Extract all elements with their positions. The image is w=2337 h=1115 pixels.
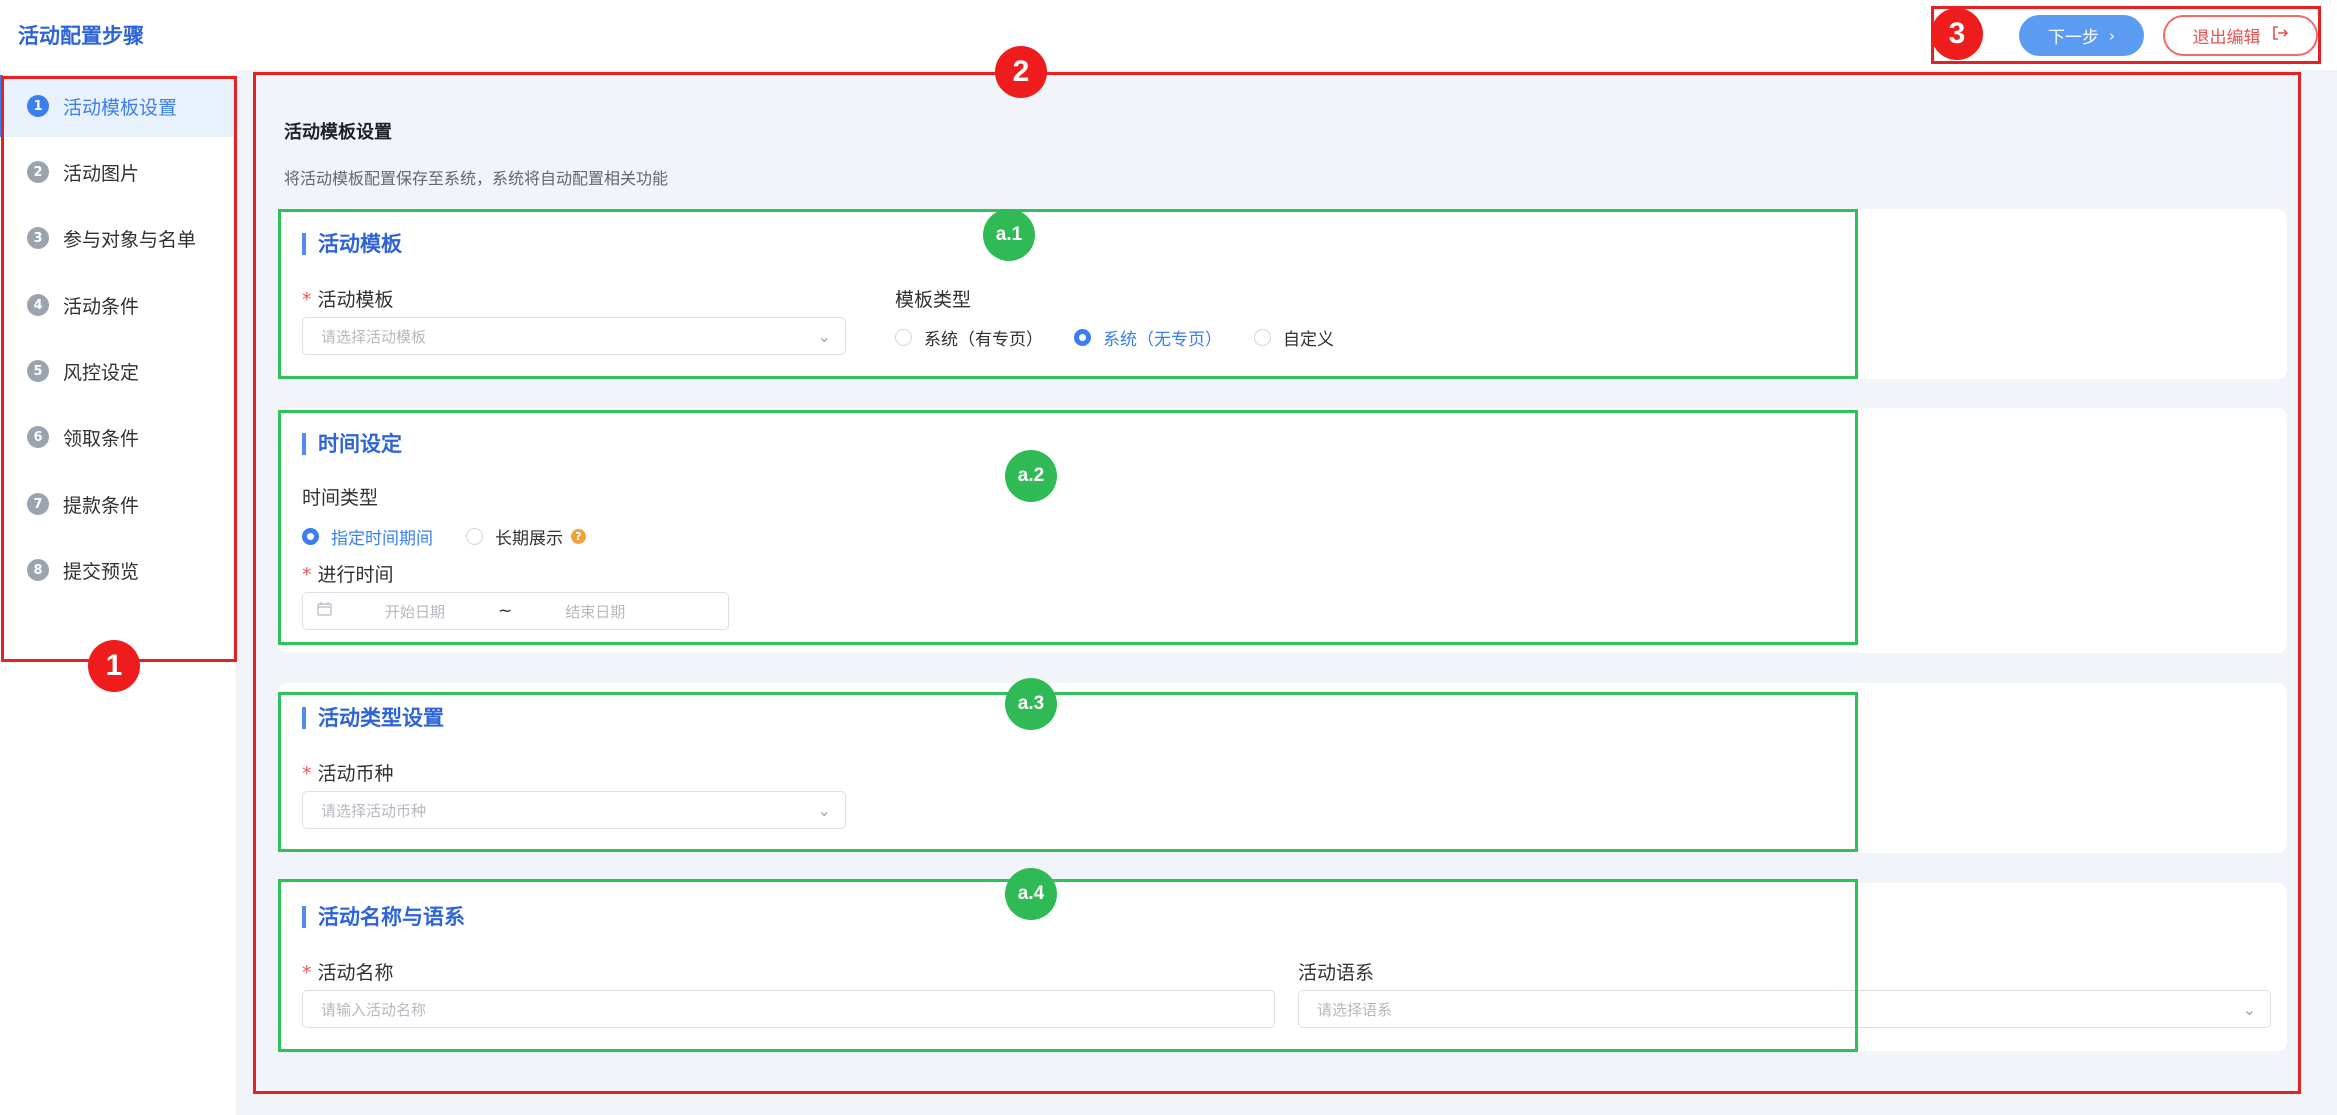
- step-number: 6: [27, 426, 49, 448]
- range-separator: ~: [498, 601, 513, 621]
- step-item-claim[interactable]: 6 领取条件: [0, 406, 235, 468]
- step-number: 8: [27, 559, 49, 581]
- annotation-badge-3: 3: [1931, 8, 1983, 60]
- start-date-input[interactable]: 开始日期: [360, 601, 470, 622]
- currency-label: * 活动币种: [302, 763, 394, 785]
- section-title: 活动类型设置: [302, 707, 444, 729]
- annotation-badge-2: 2: [995, 46, 1047, 98]
- template-select[interactable]: 请选择活动模板 ⌄: [302, 317, 846, 355]
- time-range-label: * 进行时间: [302, 564, 394, 586]
- date-range-picker[interactable]: 开始日期 ~ 结束日期: [302, 592, 729, 630]
- radio-fixed-period[interactable]: 指定时间期间: [302, 524, 433, 549]
- template-section: 活动模板 * 活动模板 请选择活动模板 ⌄ 模板类型 系统（有专页） 系统（无专页…: [278, 209, 2287, 379]
- chevron-down-icon: ⌄: [817, 801, 831, 820]
- step-item-conditions[interactable]: 4 活动条件: [0, 274, 235, 336]
- step-item-participants[interactable]: 3 参与对象与名单: [0, 207, 235, 269]
- radio-long-term[interactable]: 长期展示 ?: [466, 524, 586, 549]
- radio-icon: [1254, 329, 1271, 346]
- step-label: 活动图片: [63, 162, 140, 185]
- step-label: 提款条件: [63, 494, 140, 517]
- step-number: 1: [27, 95, 49, 117]
- step-label: 活动条件: [63, 295, 140, 318]
- form-subtitle: 将活动模板配置保存至系统，系统将自动配置相关功能: [284, 169, 669, 188]
- step-label: 领取条件: [63, 427, 140, 450]
- next-step-label: 下一步: [2048, 28, 2099, 48]
- end-date-input[interactable]: 结束日期: [540, 601, 650, 622]
- annotation-badge-a1: a.1: [983, 209, 1035, 261]
- radio-system-with-page[interactable]: 系统（有专页）: [895, 325, 1043, 350]
- step-item-template[interactable]: 1 活动模板设置: [0, 75, 235, 137]
- page-title: 活动配置步骤: [18, 24, 144, 48]
- section-title: 时间设定: [302, 433, 402, 455]
- step-item-withdraw[interactable]: 7 提款条件: [0, 473, 235, 535]
- step-number: 2: [27, 161, 49, 183]
- step-label: 提交预览: [63, 560, 140, 583]
- calendar-icon: [317, 602, 332, 620]
- exit-edit-label: 退出编辑: [2192, 28, 2261, 48]
- radio-selected-icon: [1074, 329, 1091, 346]
- step-number: 7: [27, 493, 49, 515]
- help-icon[interactable]: ?: [571, 529, 586, 544]
- language-select[interactable]: 请选择语系 ⌄: [1298, 990, 2271, 1028]
- step-number: 4: [27, 294, 49, 316]
- radio-icon: [895, 329, 912, 346]
- radio-icon: [466, 528, 483, 545]
- step-number: 3: [27, 227, 49, 249]
- time-type-label: 时间类型: [302, 487, 379, 509]
- activity-type-section: 活动类型设置 * 活动币种 请选择活动币种 ⌄: [278, 683, 2287, 853]
- exit-edit-button[interactable]: 退出编辑: [2163, 15, 2318, 56]
- chevron-right-icon: ›: [2109, 26, 2115, 45]
- chevron-down-icon: ⌄: [2242, 1000, 2256, 1019]
- step-item-risk[interactable]: 5 风控设定: [0, 340, 235, 402]
- radio-selected-icon: [302, 528, 319, 545]
- annotation-badge-a2: a.2: [1005, 450, 1057, 502]
- activity-name-label: * 活动名称: [302, 962, 394, 984]
- section-title: 活动名称与语系: [302, 906, 465, 928]
- steps-sidebar: 1 活动模板设置 2 活动图片 3 参与对象与名单 4 活动条件 5 风控设定 …: [0, 70, 237, 1115]
- annotation-badge-a3: a.3: [1005, 678, 1057, 730]
- language-label: 活动语系: [1298, 962, 1375, 984]
- chevron-down-icon: ⌄: [817, 327, 831, 346]
- step-label: 风控设定: [63, 361, 140, 384]
- annotation-badge-1: 1: [88, 640, 140, 692]
- radio-custom[interactable]: 自定义: [1254, 325, 1334, 350]
- step-item-images[interactable]: 2 活动图片: [0, 141, 235, 203]
- step-label: 活动模板设置: [63, 96, 178, 119]
- form-title: 活动模板设置: [284, 122, 392, 143]
- activity-name-input[interactable]: 请输入活动名称: [302, 990, 1275, 1028]
- step-label: 参与对象与名单: [63, 228, 197, 251]
- step-item-preview[interactable]: 8 提交预览: [0, 539, 235, 601]
- radio-system-no-page[interactable]: 系统（无专页）: [1074, 325, 1222, 350]
- section-title: 活动模板: [302, 233, 402, 255]
- currency-select[interactable]: 请选择活动币种 ⌄: [302, 791, 846, 829]
- template-label: * 活动模板: [302, 289, 394, 311]
- logout-icon: [2271, 24, 2289, 47]
- step-number: 5: [27, 360, 49, 382]
- annotation-badge-a4: a.4: [1005, 868, 1057, 920]
- next-step-button[interactable]: 下一步 ›: [2019, 15, 2144, 56]
- time-section: 时间设定 时间类型 指定时间期间 长期展示 ? * 进行时间 开始日期 ~ 结束日…: [278, 408, 2287, 653]
- template-type-label: 模板类型: [895, 289, 972, 311]
- name-language-section: 活动名称与语系 * 活动名称 请输入活动名称 活动语系 请选择语系 ⌄: [278, 883, 2287, 1051]
